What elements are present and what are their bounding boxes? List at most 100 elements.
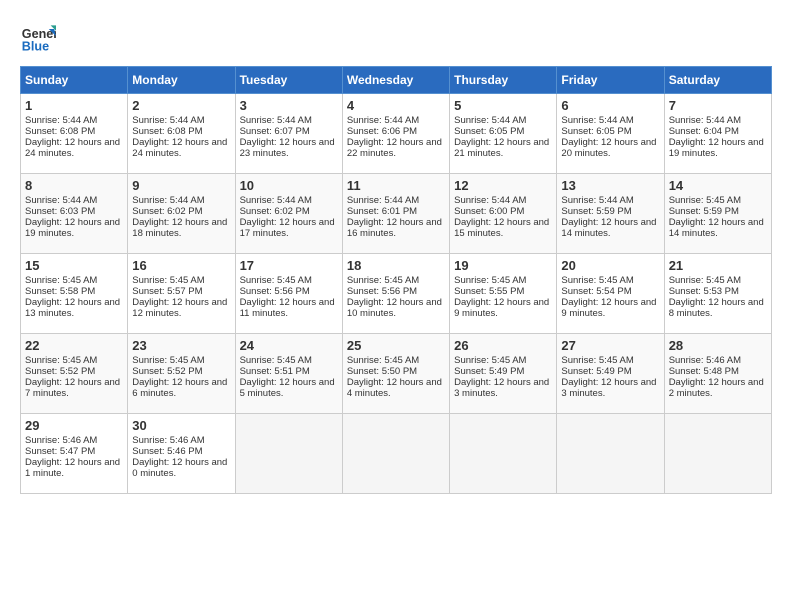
sunrise-text: Sunrise: 5:44 AM <box>240 195 312 206</box>
calendar-table: SundayMondayTuesdayWednesdayThursdayFrid… <box>20 66 772 494</box>
day-cell <box>450 414 557 494</box>
daylight-text: Daylight: 12 hours and 3 minutes. <box>561 377 656 399</box>
daylight-text: Daylight: 12 hours and 5 minutes. <box>240 377 335 399</box>
sunrise-text: Sunrise: 5:45 AM <box>347 275 419 286</box>
day-cell: 6Sunrise: 5:44 AMSunset: 6:05 PMDaylight… <box>557 94 664 174</box>
sunrise-text: Sunrise: 5:45 AM <box>25 355 97 366</box>
day-cell: 10 Sunrise: 5:44 AMSunset: 6:02 PMDayligh… <box>235 174 342 254</box>
header-wednesday: Wednesday <box>342 67 449 94</box>
day-number: 12 <box>454 178 552 193</box>
daylight-text: Daylight: 12 hours and 14 minutes. <box>669 217 764 239</box>
sunset-text: Sunset: 6:00 PM <box>454 206 524 217</box>
daylight-text: Daylight: 12 hours and 21 minutes. <box>454 137 549 159</box>
sunrise-text: Sunrise: 5:45 AM <box>454 355 526 366</box>
svg-text:Blue: Blue <box>22 40 49 54</box>
day-number: 30 <box>132 418 230 433</box>
day-cell: 14Sunrise: 5:45 AMSunset: 5:59 PMDayligh… <box>664 174 771 254</box>
logo: General Blue <box>20 20 60 56</box>
day-number: 8 <box>25 178 123 193</box>
sunrise-text: Sunrise: 5:44 AM <box>454 195 526 206</box>
day-number: 20 <box>561 258 659 273</box>
sunrise-text: Sunrise: 5:45 AM <box>347 355 419 366</box>
sunset-text: Sunset: 6:05 PM <box>454 126 524 137</box>
header-sunday: Sunday <box>21 67 128 94</box>
sunrise-text: Sunrise: 5:44 AM <box>25 115 97 126</box>
daylight-text: Daylight: 12 hours and 3 minutes. <box>454 377 549 399</box>
day-cell: 13Sunrise: 5:44 AMSunset: 5:59 PMDayligh… <box>557 174 664 254</box>
daylight-text: Daylight: 12 hours and 22 minutes. <box>347 137 442 159</box>
daylight-text: Daylight: 12 hours and 12 minutes. <box>132 297 227 319</box>
day-number: 10 <box>240 178 338 193</box>
daylight-text: Daylight: 12 hours and 9 minutes. <box>454 297 549 319</box>
day-cell: 21Sunrise: 5:45 AMSunset: 5:53 PMDayligh… <box>664 254 771 334</box>
day-number: 1 <box>25 98 123 113</box>
day-number: 17 <box>240 258 338 273</box>
sunrise-text: Sunrise: 5:45 AM <box>669 275 741 286</box>
sunset-text: Sunset: 6:08 PM <box>25 126 95 137</box>
sunset-text: Sunset: 6:04 PM <box>669 126 739 137</box>
daylight-text: Daylight: 12 hours and 15 minutes. <box>454 217 549 239</box>
sunset-text: Sunset: 5:47 PM <box>25 446 95 457</box>
day-cell <box>664 414 771 494</box>
daylight-text: Daylight: 12 hours and 6 minutes. <box>132 377 227 399</box>
sunset-text: Sunset: 6:07 PM <box>240 126 310 137</box>
day-number: 18 <box>347 258 445 273</box>
sunset-text: Sunset: 5:59 PM <box>561 206 631 217</box>
daylight-text: Daylight: 12 hours and 17 minutes. <box>240 217 335 239</box>
sunrise-text: Sunrise: 5:44 AM <box>561 195 633 206</box>
sunset-text: Sunset: 5:53 PM <box>669 286 739 297</box>
sunset-text: Sunset: 5:54 PM <box>561 286 631 297</box>
day-number: 29 <box>25 418 123 433</box>
sunset-text: Sunset: 5:57 PM <box>132 286 202 297</box>
sunrise-text: Sunrise: 5:44 AM <box>25 195 97 206</box>
day-cell: 24Sunrise: 5:45 AMSunset: 5:51 PMDayligh… <box>235 334 342 414</box>
page-header: General Blue <box>20 20 772 56</box>
sunrise-text: Sunrise: 5:44 AM <box>347 115 419 126</box>
sunset-text: Sunset: 6:02 PM <box>132 206 202 217</box>
daylight-text: Daylight: 12 hours and 8 minutes. <box>669 297 764 319</box>
day-cell: 23Sunrise: 5:45 AMSunset: 5:52 PMDayligh… <box>128 334 235 414</box>
day-cell: 20Sunrise: 5:45 AMSunset: 5:54 PMDayligh… <box>557 254 664 334</box>
sunrise-text: Sunrise: 5:44 AM <box>347 195 419 206</box>
day-cell: 22Sunrise: 5:45 AMSunset: 5:52 PMDayligh… <box>21 334 128 414</box>
sunrise-text: Sunrise: 5:45 AM <box>561 275 633 286</box>
day-cell <box>557 414 664 494</box>
sunset-text: Sunset: 5:56 PM <box>347 286 417 297</box>
week-row-3: 15Sunrise: 5:45 AMSunset: 5:58 PMDayligh… <box>21 254 772 334</box>
sunrise-text: Sunrise: 5:44 AM <box>454 115 526 126</box>
day-number: 3 <box>240 98 338 113</box>
daylight-text: Daylight: 12 hours and 19 minutes. <box>669 137 764 159</box>
daylight-text: Daylight: 12 hours and 0 minutes. <box>132 457 227 479</box>
logo-icon: General Blue <box>20 20 56 56</box>
sunrise-text: Sunrise: 5:44 AM <box>669 115 741 126</box>
day-cell: 15Sunrise: 5:45 AMSunset: 5:58 PMDayligh… <box>21 254 128 334</box>
header-monday: Monday <box>128 67 235 94</box>
sunset-text: Sunset: 6:03 PM <box>25 206 95 217</box>
day-number: 26 <box>454 338 552 353</box>
daylight-text: Daylight: 12 hours and 4 minutes. <box>347 377 442 399</box>
sunrise-text: Sunrise: 5:44 AM <box>561 115 633 126</box>
sunrise-text: Sunrise: 5:45 AM <box>240 355 312 366</box>
day-cell: 3Sunrise: 5:44 AMSunset: 6:07 PMDaylight… <box>235 94 342 174</box>
sunset-text: Sunset: 5:50 PM <box>347 366 417 377</box>
sunset-text: Sunset: 6:01 PM <box>347 206 417 217</box>
sunrise-text: Sunrise: 5:45 AM <box>132 275 204 286</box>
day-cell: 26Sunrise: 5:45 AMSunset: 5:49 PMDayligh… <box>450 334 557 414</box>
sunrise-text: Sunrise: 5:45 AM <box>669 195 741 206</box>
day-cell: 30Sunrise: 5:46 AMSunset: 5:46 PMDayligh… <box>128 414 235 494</box>
header-thursday: Thursday <box>450 67 557 94</box>
daylight-text: Daylight: 12 hours and 24 minutes. <box>132 137 227 159</box>
day-number: 2 <box>132 98 230 113</box>
daylight-text: Daylight: 12 hours and 10 minutes. <box>347 297 442 319</box>
sunset-text: Sunset: 5:48 PM <box>669 366 739 377</box>
day-cell: 19Sunrise: 5:45 AMSunset: 5:55 PMDayligh… <box>450 254 557 334</box>
day-cell: 27Sunrise: 5:45 AMSunset: 5:49 PMDayligh… <box>557 334 664 414</box>
sunset-text: Sunset: 6:02 PM <box>240 206 310 217</box>
day-number: 5 <box>454 98 552 113</box>
daylight-text: Daylight: 12 hours and 24 minutes. <box>25 137 120 159</box>
sunrise-text: Sunrise: 5:45 AM <box>240 275 312 286</box>
daylight-text: Daylight: 12 hours and 16 minutes. <box>347 217 442 239</box>
sunrise-text: Sunrise: 5:45 AM <box>25 275 97 286</box>
day-cell: 18 Sunrise: 5:45 AMSunset: 5:56 PMDayligh… <box>342 254 449 334</box>
day-cell: 29Sunrise: 5:46 AMSunset: 5:47 PMDayligh… <box>21 414 128 494</box>
